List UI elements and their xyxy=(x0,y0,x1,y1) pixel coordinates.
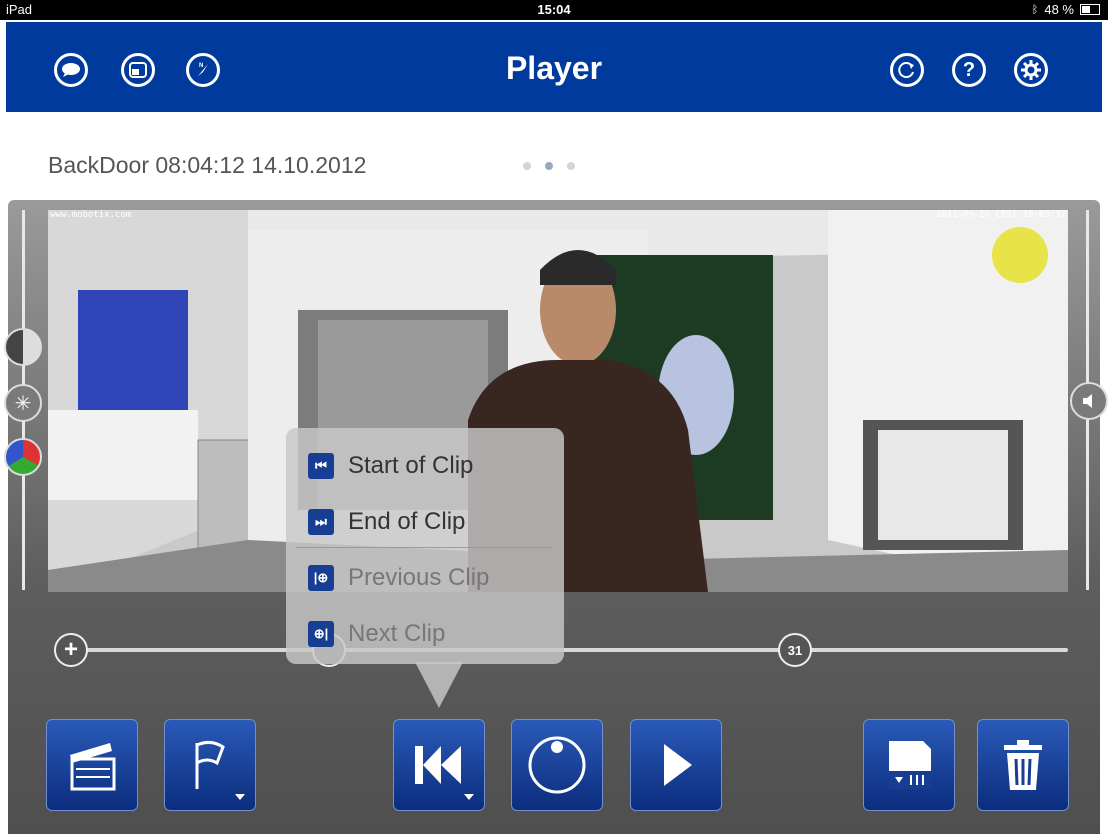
record-dial-button[interactable] xyxy=(511,719,603,811)
status-bar: iPad 15:04 ᛒ 48 % xyxy=(0,0,1108,20)
battery-status: ᛒ 48 % xyxy=(1032,2,1100,17)
dropdown-indicator xyxy=(235,794,245,800)
flag-button[interactable] xyxy=(164,719,256,811)
skip-to-start-icon: ⏮ xyxy=(308,453,334,479)
nav-bar: N Player ? xyxy=(6,22,1102,112)
menu-item-label: Next Clip xyxy=(348,620,446,647)
menu-item-label: Start of Clip xyxy=(348,452,474,479)
contrast-icon[interactable] xyxy=(4,328,42,366)
next-clip-icon: ⊕| xyxy=(308,621,334,647)
clip-navigation-popover: ⏮ Start of Clip ⏭ End of Clip |⊕ Previou… xyxy=(286,428,564,664)
brightness-icon[interactable]: ✳ xyxy=(4,384,42,422)
video-watermark: www.mobotix.com xyxy=(50,210,132,220)
page-dot-active[interactable] xyxy=(545,162,553,170)
trash-icon xyxy=(1004,740,1042,790)
menu-item-next-clip[interactable]: ⊕| Next Clip xyxy=(308,620,445,648)
skip-to-end-icon: ⏭ xyxy=(308,509,334,535)
speaker-icon[interactable] xyxy=(1070,382,1108,420)
play-icon xyxy=(664,744,692,786)
menu-item-label: Previous Clip xyxy=(348,564,490,591)
play-button[interactable] xyxy=(630,719,722,811)
skip-to-start-icon xyxy=(415,746,461,784)
record-dial-icon xyxy=(528,736,586,794)
flag-icon xyxy=(195,740,225,789)
timeline-slider[interactable] xyxy=(60,648,1068,652)
menu-divider xyxy=(296,547,552,548)
color-icon[interactable] xyxy=(4,438,42,476)
calendar-icon[interactable]: 31 xyxy=(778,633,812,667)
battery-icon xyxy=(1080,4,1100,15)
clock: 15:04 xyxy=(537,2,571,17)
clapperboard-icon xyxy=(70,743,116,791)
menu-item-end-of-clip[interactable]: ⏭ End of Clip xyxy=(308,508,465,536)
menu-item-previous-clip[interactable]: |⊕ Previous Clip xyxy=(308,564,489,592)
menu-item-label: End of Clip xyxy=(348,508,466,535)
page-dot[interactable] xyxy=(523,162,531,170)
sd-card-button[interactable] xyxy=(863,719,955,811)
zoom-plus-icon[interactable]: + xyxy=(54,633,88,667)
clapperboard-button[interactable] xyxy=(46,719,138,811)
previous-clip-icon: |⊕ xyxy=(308,565,334,591)
popover-arrow xyxy=(415,662,463,708)
battery-percent: 48 % xyxy=(1044,2,1074,17)
page-title: Player xyxy=(505,50,603,86)
menu-item-start-of-clip[interactable]: ⏮ Start of Clip xyxy=(308,452,473,480)
delete-button[interactable] xyxy=(977,719,1069,811)
dropdown-indicator xyxy=(464,794,474,800)
skip-to-start-button[interactable] xyxy=(393,719,485,811)
page-dot[interactable] xyxy=(567,162,575,170)
video-timestamp: 2011-09-16 CEST 16:03:37 xyxy=(935,210,1066,220)
bluetooth-icon: ᛒ xyxy=(1031,3,1039,16)
settings-gear-icon[interactable] xyxy=(1014,53,1048,87)
camera-label: BackDoor 08:04:12 14.10.2012 xyxy=(48,152,367,178)
page-indicator[interactable] xyxy=(523,162,575,170)
sd-card-icon xyxy=(889,741,931,789)
help-icon[interactable]: ? xyxy=(952,53,986,87)
refresh-icon[interactable] xyxy=(890,53,924,87)
